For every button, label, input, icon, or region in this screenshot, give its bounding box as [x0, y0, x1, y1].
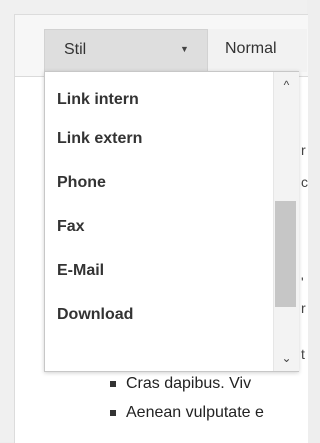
list-item[interactable]: Cras dapibus. Viv — [110, 369, 307, 398]
dropdown-item-fax[interactable]: Fax — [45, 205, 273, 249]
editor-text-fragment[interactable]: r — [301, 142, 306, 158]
editor-frame: Stil ▼ Normal 7 r c ' r t Cras dapibus. … — [0, 0, 308, 443]
dropdown-scrollbar[interactable]: ^ ⌄ — [273, 72, 299, 371]
format-select[interactable]: Normal — [208, 29, 307, 72]
style-select[interactable]: Stil ▼ — [44, 29, 208, 72]
bullet-list: Cras dapibus. Viv Aenean vulputate e — [110, 369, 307, 427]
editor-text-fragment[interactable]: c — [301, 174, 308, 190]
style-select-label: Stil — [64, 41, 87, 58]
scroll-up-icon[interactable]: ^ — [274, 78, 299, 92]
dropdown-item-phone[interactable]: Phone — [45, 161, 273, 205]
list-item-text[interactable]: Cras dapibus. Viv — [126, 375, 251, 393]
chevron-down-icon: ▼ — [180, 44, 189, 54]
dropdown-item-link-intern[interactable]: Link intern — [45, 83, 273, 117]
bullet-icon — [110, 380, 116, 387]
editor-text-fragment[interactable]: r — [301, 300, 306, 316]
dropdown-item-download[interactable]: Download — [45, 293, 273, 337]
list-item-text[interactable]: Aenean vulputate e — [126, 404, 264, 422]
dropdown-item-link-extern[interactable]: Link extern — [45, 117, 273, 161]
format-select-label: Normal — [225, 40, 277, 57]
bullet-icon — [110, 409, 116, 416]
style-dropdown-list: Link intern Link extern Phone Fax E-Mail… — [45, 72, 273, 337]
style-dropdown-menu: Link intern Link extern Phone Fax E-Mail… — [44, 71, 299, 372]
scroll-down-icon[interactable]: ⌄ — [274, 351, 299, 365]
dropdown-item-email[interactable]: E-Mail — [45, 249, 273, 293]
list-item[interactable]: Aenean vulputate e — [110, 398, 307, 427]
scrollbar-thumb[interactable] — [275, 201, 296, 307]
editor-text-fragment[interactable]: ' — [301, 274, 304, 290]
editor-text-fragment[interactable]: t — [301, 346, 305, 362]
